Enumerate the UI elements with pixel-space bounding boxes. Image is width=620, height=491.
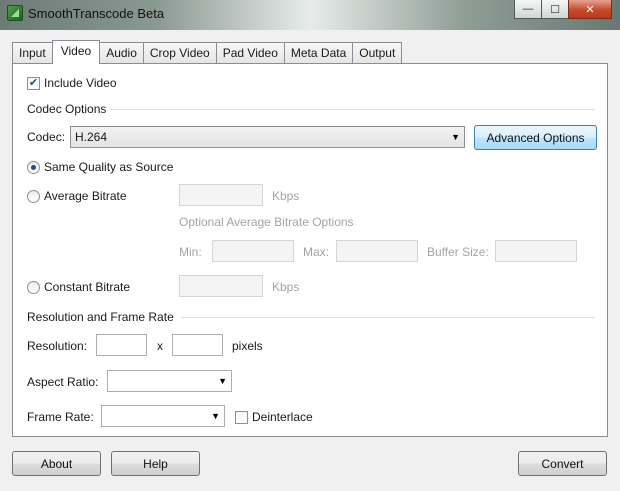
aspect-ratio-select[interactable]: ▼	[107, 370, 232, 392]
frame-rate-label: Frame Rate:	[27, 410, 94, 424]
window-controls: — ☐ ✕	[514, 0, 612, 19]
same-quality-option[interactable]: Same Quality as Source	[27, 160, 173, 174]
chevron-down-icon: ▼	[451, 132, 460, 142]
about-button[interactable]: About	[12, 451, 101, 476]
tab-audio[interactable]: Audio	[99, 42, 144, 63]
tab-strip: Input Video Audio Crop Video Pad Video M…	[12, 40, 403, 64]
deinterlace-checkbox[interactable]	[235, 410, 248, 424]
chevron-down-icon: ▼	[218, 376, 227, 386]
constant-bitrate-input[interactable]	[179, 275, 263, 297]
max-bitrate-input[interactable]	[336, 240, 418, 262]
buffer-size-label: Buffer Size:	[427, 245, 489, 259]
average-bitrate-input[interactable]	[179, 184, 263, 206]
min-bitrate-label: Min:	[179, 245, 202, 259]
window-body: Input Video Audio Crop Video Pad Video M…	[0, 30, 620, 491]
constant-bitrate-label: Constant Bitrate	[44, 280, 131, 294]
video-tab-panel: ✔ Include Video Codec Options Codec: H.2…	[12, 63, 608, 437]
app-window: SmoothTranscode Beta — ☐ ✕ Input Video A…	[0, 0, 620, 491]
app-logo-icon	[7, 5, 23, 21]
codec-select[interactable]: H.264 ▼	[70, 126, 465, 148]
tab-crop-video[interactable]: Crop Video	[142, 42, 217, 63]
constant-bitrate-option[interactable]: Constant Bitrate	[27, 280, 130, 294]
tab-output[interactable]: Output	[352, 42, 403, 63]
deinterlace-label: Deinterlace	[252, 410, 313, 424]
resolution-frame-rate-header: Resolution and Frame Rate	[27, 310, 174, 324]
constant-bitrate-radio[interactable]	[27, 280, 40, 294]
minimize-button[interactable]: —	[514, 0, 542, 19]
same-quality-label: Same Quality as Source	[44, 160, 174, 174]
constant-bitrate-unit: Kbps	[272, 280, 300, 294]
resolution-divider	[181, 317, 595, 318]
checkmark-icon: ✔	[28, 76, 39, 89]
radio-selected-dot	[31, 164, 36, 170]
include-video-checkbox[interactable]: ✔	[27, 76, 40, 90]
tab-meta-data[interactable]: Meta Data	[283, 42, 354, 63]
window-title: SmoothTranscode Beta	[28, 6, 165, 21]
frame-rate-select[interactable]: ▼	[101, 405, 225, 427]
resolution-x-label: x	[157, 339, 163, 353]
resolution-unit-label: pixels	[232, 339, 263, 353]
average-bitrate-unit: Kbps	[272, 189, 300, 203]
advanced-options-button[interactable]: Advanced Options	[474, 125, 597, 150]
tab-pad-video[interactable]: Pad Video	[215, 42, 285, 63]
buffer-size-input[interactable]	[495, 240, 577, 262]
deinterlace-row[interactable]: Deinterlace	[235, 410, 313, 424]
resolution-width-input[interactable]	[96, 334, 147, 356]
help-button[interactable]: Help	[111, 451, 200, 476]
chevron-down-icon: ▼	[211, 411, 220, 421]
codec-select-value: H.264	[75, 130, 108, 144]
resolution-height-input[interactable]	[172, 334, 223, 356]
codec-options-header: Codec Options	[27, 102, 107, 116]
same-quality-radio[interactable]	[27, 160, 40, 174]
codec-label: Codec:	[27, 130, 66, 144]
aspect-ratio-label: Aspect Ratio:	[27, 375, 99, 389]
include-video-row[interactable]: ✔ Include Video	[27, 76, 117, 90]
tab-input[interactable]: Input	[12, 42, 53, 63]
title-bar[interactable]: SmoothTranscode Beta — ☐ ✕	[0, 0, 620, 30]
average-bitrate-label: Average Bitrate	[44, 189, 127, 203]
optional-average-bitrate-header: Optional Average Bitrate Options	[179, 215, 354, 229]
maximize-button[interactable]: ☐	[541, 0, 569, 19]
average-bitrate-option[interactable]: Average Bitrate	[27, 189, 127, 203]
min-bitrate-input[interactable]	[212, 240, 294, 262]
average-bitrate-radio[interactable]	[27, 189, 40, 203]
include-video-label: Include Video	[44, 76, 117, 90]
convert-button[interactable]: Convert	[518, 451, 607, 476]
codec-options-divider	[111, 109, 595, 110]
resolution-label: Resolution:	[27, 339, 88, 353]
max-bitrate-label: Max:	[303, 245, 330, 259]
close-button[interactable]: ✕	[568, 0, 612, 19]
tab-video[interactable]: Video	[51, 40, 101, 64]
